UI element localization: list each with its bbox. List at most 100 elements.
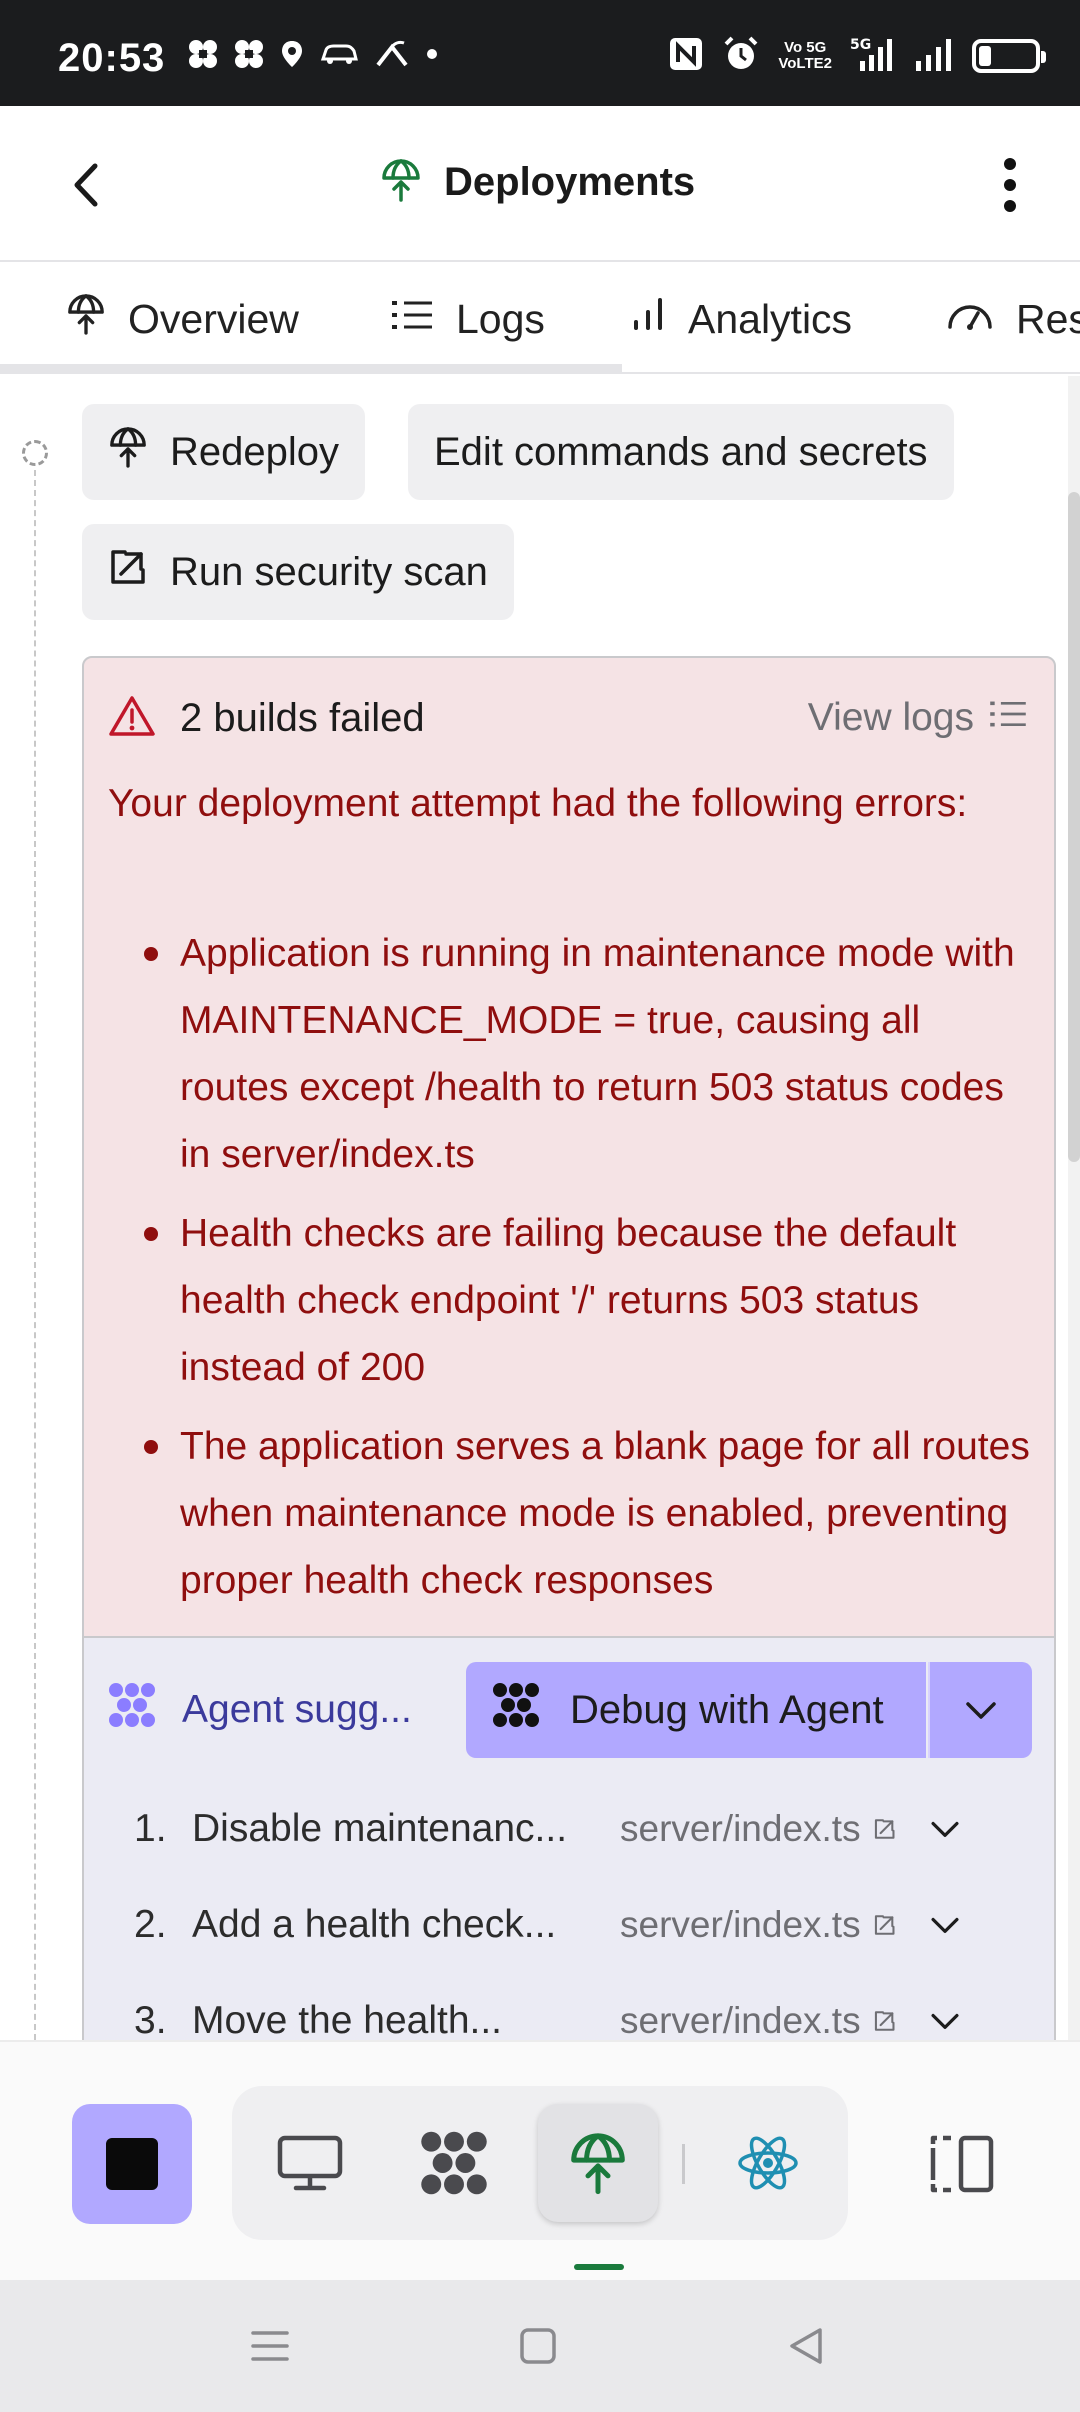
- error-item: Health checks are failing because the de…: [108, 1200, 1038, 1401]
- debug-options-dropdown[interactable]: [928, 1662, 1032, 1758]
- deployments-icon: [108, 424, 148, 480]
- agent-suggestions-label: Agent sugg...: [182, 1688, 412, 1731]
- page-title-group: Deployments: [380, 156, 695, 209]
- active-tool-indicator: [574, 2264, 624, 2270]
- location-icon: [280, 39, 304, 74]
- tab-scroll-indicator: [0, 364, 622, 372]
- dot-icon: [426, 47, 438, 65]
- timeline-line: [34, 470, 36, 2040]
- redeploy-button[interactable]: Redeploy: [82, 404, 366, 500]
- timeline-status-icon: [22, 440, 48, 466]
- deployments-icon: [571, 2133, 625, 2195]
- security-scan-button[interactable]: Run security scan: [82, 524, 514, 620]
- more-options-button[interactable]: [980, 150, 1040, 220]
- external-link-icon: [874, 1819, 895, 1839]
- recents-button[interactable]: [240, 2316, 300, 2376]
- error-item: The application serves a blank page for …: [108, 1413, 1038, 1614]
- suggestion-item[interactable]: 2. Add a health check... server/index.ts: [134, 1892, 1034, 1958]
- status-time: 20:53: [58, 36, 166, 80]
- suggestion-file-link[interactable]: server/index.ts: [620, 1904, 896, 1946]
- tool-divider: [682, 2144, 685, 2184]
- list-icon: [390, 296, 434, 343]
- battery-icon: [972, 39, 1046, 73]
- expand-suggestion-button[interactable]: [928, 1818, 962, 1840]
- bottom-toolbar: [0, 2040, 1080, 2280]
- edit-commands-button[interactable]: Edit commands and secrets: [408, 404, 954, 500]
- suggestion-text: Move the health...: [192, 1999, 503, 2040]
- view-logs-link[interactable]: View logs: [808, 696, 1028, 740]
- tab-label: Overview: [128, 295, 299, 342]
- tool-deployments[interactable]: [538, 2104, 658, 2222]
- suggestion-file-link[interactable]: server/index.ts: [620, 2000, 896, 2040]
- tab-bar: Overview Logs Analytics Res: [0, 264, 1080, 374]
- suggestion-item[interactable]: 3. Move the health... server/index.ts: [134, 1988, 1034, 2040]
- warning-icon: [108, 694, 156, 743]
- suggestion-number: 1.: [134, 1807, 167, 1850]
- chevron-down-icon: [931, 1821, 959, 1838]
- list-icon: [988, 696, 1028, 740]
- more-vertical-icon: [1004, 158, 1016, 212]
- tab-analytics[interactable]: Analytics: [630, 292, 852, 346]
- scrollbar-thumb[interactable]: [1068, 492, 1080, 1162]
- edit-commands-label: Edit commands and secrets: [434, 429, 928, 474]
- error-description: Your deployment attempt had the followin…: [108, 782, 968, 825]
- error-card-header: 2 builds failed: [108, 694, 425, 743]
- error-list: Application is running in maintenance mo…: [108, 920, 1038, 1626]
- view-logs-label: View logs: [807, 696, 974, 739]
- chevron-down-icon: [931, 1917, 959, 1934]
- suggestion-text: Add a health check...: [192, 1903, 557, 1946]
- tab-resources[interactable]: Res: [946, 292, 1080, 346]
- hashtag-icon: [234, 39, 264, 74]
- external-link-icon: [874, 1915, 895, 1935]
- car-icon: [320, 41, 358, 72]
- tab-label: Analytics: [688, 295, 853, 342]
- page-title: Deployments: [444, 160, 696, 204]
- tool-react[interactable]: [708, 2104, 828, 2222]
- svg-text:5G: 5G: [850, 37, 871, 53]
- deployments-icon: [66, 291, 106, 347]
- bar-chart-icon: [630, 294, 666, 344]
- debug-with-agent-button[interactable]: Debug with Agent: [466, 1662, 926, 1758]
- back-nav-button[interactable]: [776, 2316, 836, 2376]
- suggestion-item[interactable]: 1. Disable maintenanc... server/index.ts: [134, 1796, 1034, 1862]
- scrollbar[interactable]: [1068, 376, 1080, 2040]
- hashtag-icon: [188, 39, 218, 74]
- chevron-down-icon: [931, 2013, 959, 2030]
- alarm-icon: [722, 35, 760, 78]
- stop-button[interactable]: [72, 2104, 192, 2224]
- external-link-icon: [874, 2011, 895, 2031]
- suggestion-file-link[interactable]: server/index.ts: [620, 1808, 896, 1850]
- tab-label: Res: [1016, 295, 1080, 342]
- back-button[interactable]: [52, 150, 122, 220]
- monitor-icon: [277, 2135, 343, 2191]
- status-left-icons: [188, 36, 438, 76]
- expand-suggestion-button[interactable]: [928, 2010, 962, 2032]
- tool-switcher: [232, 2086, 848, 2240]
- error-card-title: 2 builds failed: [180, 696, 425, 740]
- overview-content: Redeploy Edit commands and secrets Run s…: [0, 376, 1080, 2040]
- home-button[interactable]: [508, 2316, 568, 2376]
- agent-icon: [421, 2131, 487, 2195]
- tab-logs[interactable]: Logs: [390, 292, 545, 346]
- split-view-icon: [930, 2135, 994, 2193]
- split-view-button[interactable]: [900, 2104, 1020, 2224]
- status-bar: 20:53 Vo 5G VoLTE2 5G: [0, 0, 1080, 106]
- agent-icon: [106, 1680, 158, 1740]
- react-icon: [738, 2136, 798, 2190]
- tool-agent[interactable]: [394, 2104, 514, 2222]
- deployments-icon: [380, 156, 422, 209]
- chevron-left-icon: [74, 163, 98, 207]
- tool-preview[interactable]: [250, 2104, 370, 2222]
- expand-suggestion-button[interactable]: [928, 1914, 962, 1936]
- router-icon: [374, 39, 410, 74]
- agent-suggestions-toggle[interactable]: Agent sugg...: [106, 1680, 412, 1740]
- agent-icon: [490, 1680, 542, 1740]
- app-header: Deployments: [0, 106, 1080, 262]
- menu-icon: [251, 2331, 289, 2361]
- suggestion-number: 3.: [134, 1999, 167, 2040]
- suggestion-number: 2.: [134, 1903, 167, 1946]
- tab-overview[interactable]: Overview: [66, 292, 299, 346]
- back-icon: [790, 2328, 822, 2364]
- tab-label: Logs: [456, 295, 545, 342]
- build-error-card: 2 builds failed View logs Your deploymen…: [82, 656, 1056, 2040]
